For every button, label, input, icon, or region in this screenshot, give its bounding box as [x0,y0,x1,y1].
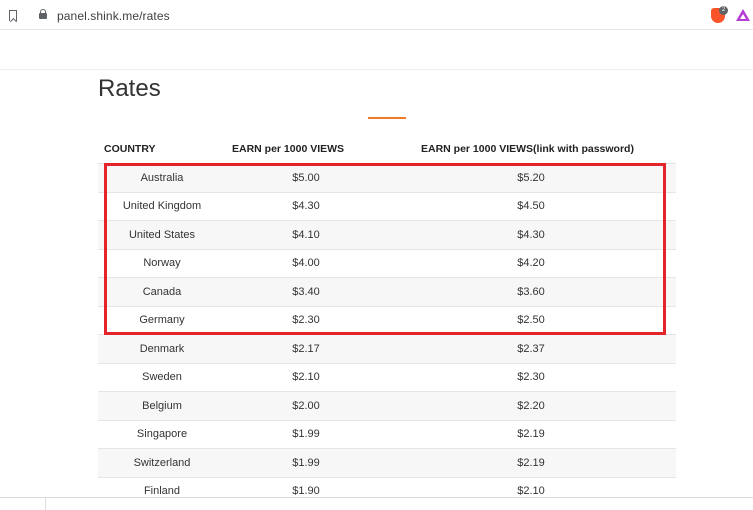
table-row: United States $4.10 $4.30 [98,220,676,250]
country-cell: Canada [98,277,226,307]
page-title: Rates [98,75,161,102]
country-cell: Norway [98,249,226,278]
earn-password-cell: $2.20 [386,391,676,421]
title-accent-line [368,117,406,119]
earn-cell: $2.30 [226,306,386,335]
column-header-earn: EARN per 1000 VIEWS [226,135,386,164]
rates-table: COUNTRY EARN per 1000 VIEWS EARN per 100… [98,135,676,506]
table-row: Denmark $2.17 $2.37 [98,334,676,364]
lock-icon[interactable] [39,9,47,19]
earn-password-cell: $4.20 [386,249,676,278]
earn-cell: $2.10 [226,363,386,392]
brave-rewards-icon[interactable] [736,9,750,21]
earn-cell: $1.99 [226,448,386,478]
table-row: United Kingdom $4.30 $4.50 [98,192,676,221]
earn-password-cell: $2.19 [386,420,676,449]
earn-password-cell: $4.30 [386,220,676,250]
table-row: Australia $5.00 $5.20 [98,163,676,193]
country-cell: United Kingdom [98,192,226,221]
country-cell: Sweden [98,363,226,392]
bottom-status-bar [0,497,753,510]
earn-cell: $3.40 [226,277,386,307]
status-bar-divider [45,498,46,510]
shields-count-badge: 2 [719,6,728,15]
earn-cell: $2.00 [226,391,386,421]
table-row: Germany $2.30 $2.50 [98,306,676,335]
earn-password-cell: $2.50 [386,306,676,335]
table-header-row: COUNTRY EARN per 1000 VIEWS EARN per 100… [98,135,676,164]
earn-password-cell: $2.19 [386,448,676,478]
earn-password-cell: $2.37 [386,334,676,364]
country-cell: Belgium [98,391,226,421]
earn-cell: $4.30 [226,192,386,221]
column-header-country: COUNTRY [98,135,226,164]
country-cell: Switzerland [98,448,226,478]
table-row: Switzerland $1.99 $2.19 [98,448,676,478]
earn-cell: $4.00 [226,249,386,278]
bookmark-icon[interactable] [9,10,17,21]
table-row: Singapore $1.99 $2.19 [98,420,676,449]
address-bar-url[interactable]: panel.shink.me/rates [57,9,170,23]
table-row: Norway $4.00 $4.20 [98,249,676,278]
table-row: Sweden $2.10 $2.30 [98,363,676,392]
earn-password-cell: $5.20 [386,163,676,193]
browser-toolbar: panel.shink.me/rates 2 [0,0,753,30]
country-cell: Australia [98,163,226,193]
header-divider [0,69,753,70]
country-cell: Germany [98,306,226,335]
earn-cell: $1.99 [226,420,386,449]
table-row: Belgium $2.00 $2.20 [98,391,676,421]
earn-cell: $2.17 [226,334,386,364]
table-row: Canada $3.40 $3.60 [98,277,676,307]
earn-password-cell: $2.30 [386,363,676,392]
country-cell: United States [98,220,226,250]
earn-password-cell: $4.50 [386,192,676,221]
column-header-earn-password: EARN per 1000 VIEWS(link with password) [386,135,676,164]
earn-cell: $5.00 [226,163,386,193]
earn-password-cell: $3.60 [386,277,676,307]
country-cell: Denmark [98,334,226,364]
country-cell: Singapore [98,420,226,449]
earn-cell: $4.10 [226,220,386,250]
